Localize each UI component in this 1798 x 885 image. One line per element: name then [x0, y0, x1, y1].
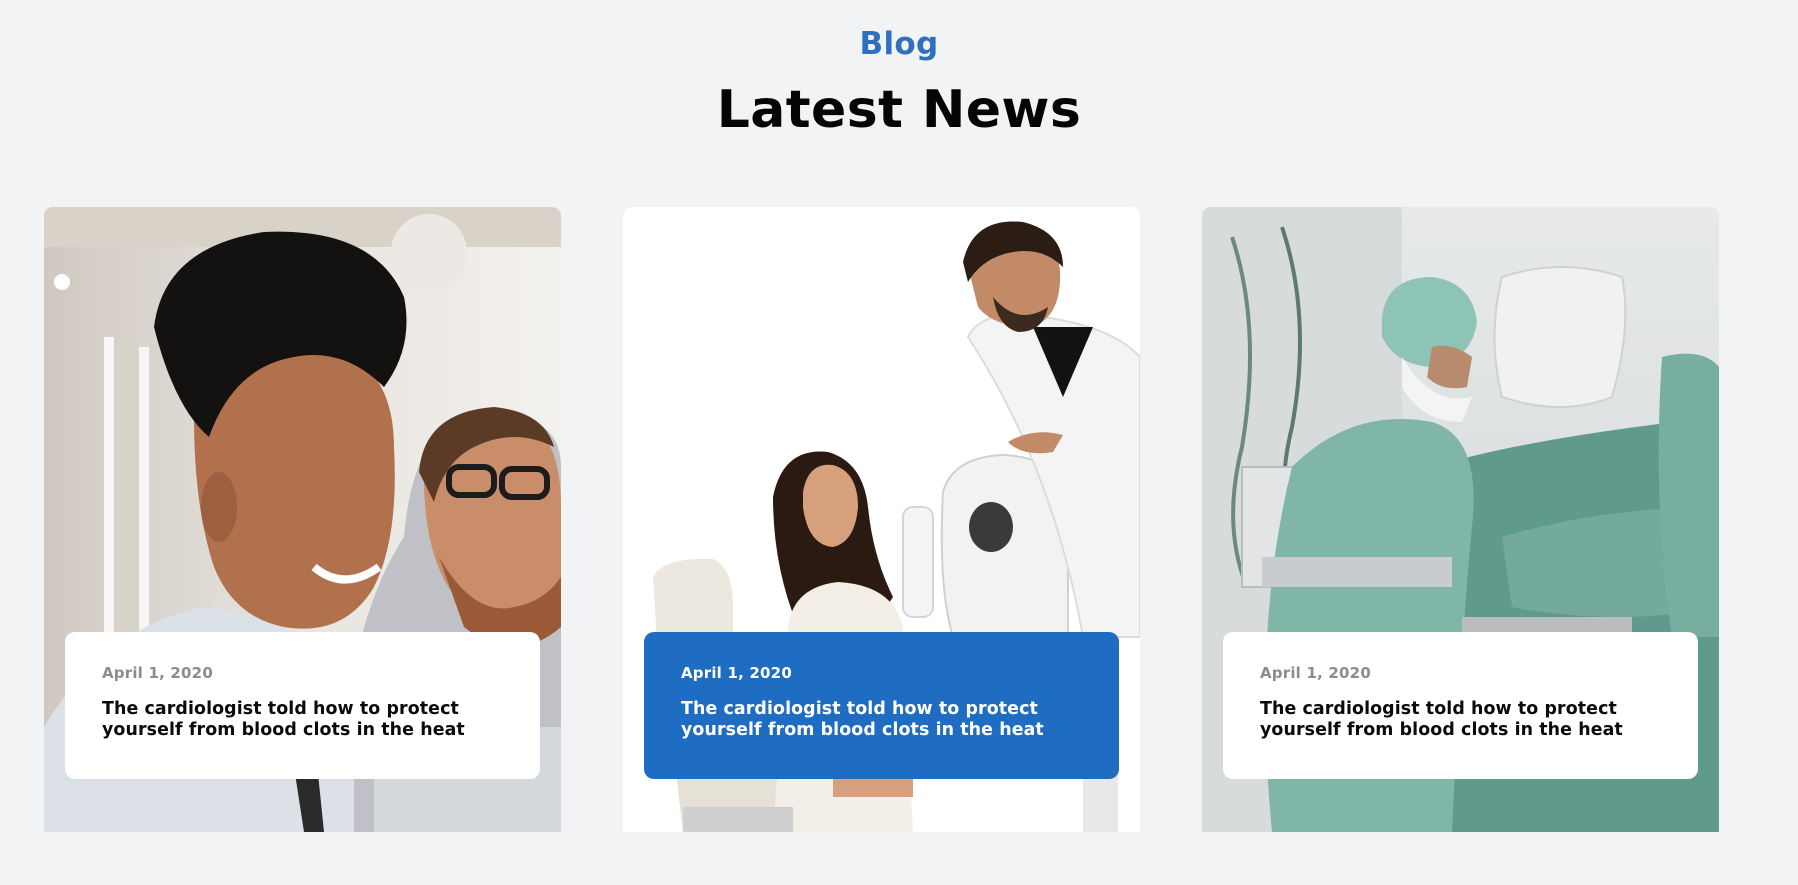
post-title-link[interactable]: The cardiologist told how to protect you…	[1260, 699, 1662, 741]
news-card-caption-active: April 1, 2020 The cardiologist told how …	[644, 632, 1119, 779]
section-eyebrow: Blog	[859, 26, 939, 62]
post-date: April 1, 2020	[102, 664, 213, 682]
post-date: April 1, 2020	[1260, 664, 1371, 682]
latest-news-section: Blog Latest News April 1, 2020 The cardi…	[0, 0, 1798, 885]
news-card-caption: April 1, 2020 The cardiologist told how …	[65, 632, 540, 779]
post-date: April 1, 2020	[681, 664, 792, 682]
news-card[interactable]: April 1, 2020 The cardiologist told how …	[44, 207, 561, 832]
news-card-caption: April 1, 2020 The cardiologist told how …	[1223, 632, 1698, 779]
news-card[interactable]: April 1, 2020 The cardiologist told how …	[623, 207, 1140, 832]
post-title-link[interactable]: The cardiologist told how to protect you…	[681, 699, 1083, 741]
post-title-link[interactable]: The cardiologist told how to protect you…	[102, 699, 504, 741]
news-cards: April 1, 2020 The cardiologist told how …	[44, 207, 1754, 832]
news-card[interactable]: April 1, 2020 The cardiologist told how …	[1202, 207, 1719, 832]
section-title: Latest News	[716, 80, 1082, 140]
